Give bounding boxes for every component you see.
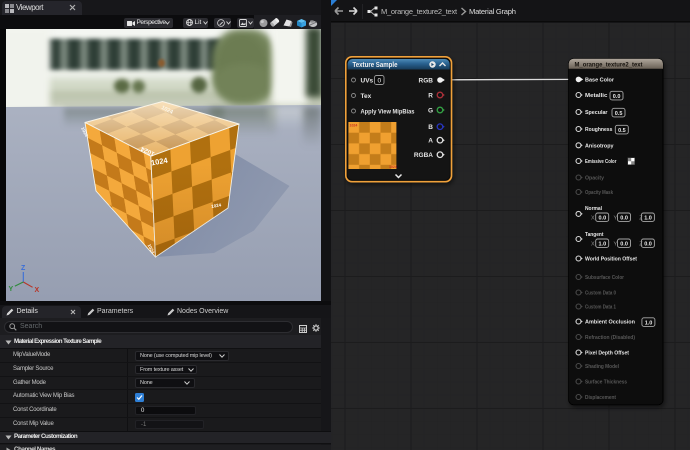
svg-text:Base Color: Base Color: [585, 77, 615, 83]
svg-text:Emissive Color: Emissive Color: [585, 159, 617, 165]
svg-text:1.0: 1.0: [644, 216, 652, 222]
svg-text:Custom Data 0: Custom Data 0: [585, 291, 616, 297]
svg-text:Opacity: Opacity: [585, 176, 605, 182]
svg-text:Y: Y: [614, 242, 618, 248]
svg-text:Opacity Mask: Opacity Mask: [585, 190, 614, 196]
svg-text:0.0: 0.0: [613, 94, 621, 100]
svg-text:Refraction (Disabled): Refraction (Disabled): [585, 335, 635, 341]
svg-text:Roughness: Roughness: [585, 127, 612, 133]
svg-text:0.5: 0.5: [618, 128, 626, 134]
svg-text:1024: 1024: [350, 124, 358, 128]
svg-text:A: A: [428, 138, 433, 145]
svg-text:1024: 1024: [389, 165, 397, 169]
svg-text:Y: Y: [614, 216, 618, 222]
svg-text:0.0: 0.0: [644, 242, 652, 248]
svg-text:Surface Thickness: Surface Thickness: [585, 380, 627, 386]
svg-text:X: X: [591, 242, 595, 248]
svg-text:Texture Sample: Texture Sample: [353, 62, 398, 69]
svg-text:Displacement: Displacement: [585, 395, 616, 401]
svg-text:1.0: 1.0: [645, 320, 653, 326]
svg-text:Subsurface Color: Subsurface Color: [585, 275, 625, 281]
svg-text:Normal: Normal: [585, 206, 602, 212]
svg-text:G: G: [428, 107, 433, 114]
svg-text:Anisotropy: Anisotropy: [585, 143, 614, 149]
svg-text:RGBA: RGBA: [414, 152, 433, 159]
svg-text:Y: Y: [9, 286, 14, 293]
svg-text:0.0: 0.0: [599, 216, 607, 222]
svg-text:Ambient Occlusion: Ambient Occlusion: [585, 320, 636, 326]
svg-text:RGB: RGB: [419, 77, 434, 84]
svg-text:Tangent: Tangent: [585, 232, 604, 238]
svg-text:Apply View MipBias: Apply View MipBias: [361, 108, 415, 115]
svg-text:Custom Data 1: Custom Data 1: [585, 305, 616, 311]
svg-text:1.0: 1.0: [599, 242, 607, 248]
svg-text:0.5: 0.5: [615, 111, 623, 117]
svg-text:M_orange_texture2_text: M_orange_texture2_text: [575, 62, 643, 68]
svg-text:Tex: Tex: [361, 93, 372, 100]
svg-text:Z: Z: [21, 265, 26, 272]
svg-text:0.0: 0.0: [620, 216, 628, 222]
svg-text:0.0: 0.0: [620, 242, 628, 248]
svg-text:UVs: UVs: [361, 77, 374, 84]
svg-text:Pixel Depth Offset: Pixel Depth Offset: [585, 351, 629, 357]
svg-text:Shading Model: Shading Model: [585, 364, 619, 370]
svg-text:Metallic: Metallic: [585, 93, 607, 99]
svg-text:X: X: [35, 287, 40, 294]
svg-text:X: X: [591, 216, 595, 222]
svg-text:World Position Offset: World Position Offset: [585, 257, 637, 263]
svg-text:0: 0: [378, 77, 382, 84]
svg-text:B: B: [428, 124, 433, 131]
svg-text:R: R: [428, 92, 433, 99]
svg-text:Specular: Specular: [585, 110, 608, 116]
